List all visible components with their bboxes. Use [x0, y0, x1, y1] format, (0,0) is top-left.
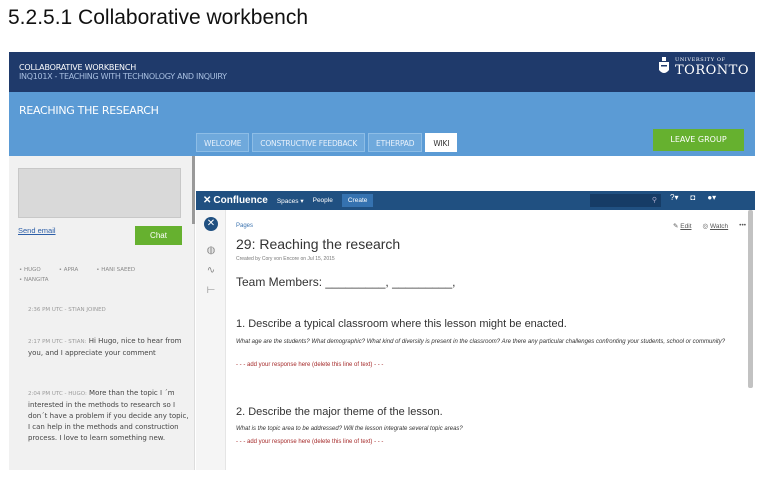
home-icon[interactable]: ✕ [204, 217, 218, 231]
crest-icon [659, 57, 670, 73]
pages-icon[interactable]: ◍ [204, 244, 218, 258]
question-description: What is the topic area to be addressed? … [236, 426, 463, 432]
member-name: APRA [63, 267, 79, 273]
nav-people[interactable]: People [313, 197, 333, 204]
confluence-logo-text: Confluence [213, 195, 268, 206]
question-description: What age are the students? What demograp… [236, 339, 726, 345]
top-header: COLLABORATIVE WORKBENCH INQ101X - TEACHI… [9, 52, 755, 92]
message-meta: 2:04 PM UTC - HUGO: [28, 391, 87, 397]
nav-spaces-label: Spaces [276, 197, 299, 205]
group-tabs: WELCOME CONSTRUCTIVE FEEDBACK ETHERPAD W… [196, 133, 458, 152]
edit-icon: ✎ [673, 223, 679, 230]
edit-action[interactable]: ✎ Edit [673, 222, 691, 230]
send-email-link[interactable]: Send email [18, 226, 56, 235]
message-meta: 2:17 PM UTC - STIAN: [28, 339, 87, 345]
edit-label: Edit [680, 223, 692, 230]
team-members: Team Members: _________, _________, [236, 275, 456, 289]
tab-wiki[interactable]: WIKI [425, 133, 458, 152]
message-meta: 2:36 PM UTC - STIAN JOINED [28, 307, 106, 313]
page-title: 29: Reaching the research [236, 236, 401, 252]
help-icon[interactable]: ?▾ [670, 193, 678, 202]
chat-sidebar: Send email Chat • HUGO • APRA • HANI SAEED… [9, 156, 195, 470]
search-input[interactable]: ⚲ [590, 194, 661, 207]
member-name: HANI SAEED [101, 267, 136, 273]
university-logo[interactable]: UNIVERSITY OF TORONTO [657, 56, 749, 78]
response-placeholder[interactable]: - - - add your response here (delete thi… [236, 439, 383, 445]
confluence-logo[interactable]: ✕ Confluence [203, 195, 268, 206]
tree-icon[interactable]: ⊢ [204, 284, 218, 298]
member-item: • APRA [58, 267, 79, 273]
chat-message: 2:36 PM UTC - STIAN JOINED [28, 304, 190, 316]
confluence-x-icon: ✕ [203, 195, 212, 206]
nav-icons: ?▾ ◘ ●▾ [670, 193, 716, 202]
member-item: • NANGITA [19, 277, 49, 283]
logo-big-text: TORONTO [675, 62, 749, 78]
question-title: 1. Describe a typical classroom where th… [236, 318, 567, 330]
response-placeholder[interactable]: - - - add your response here (delete thi… [236, 362, 383, 368]
member-list: • HUGO • APRA • HANI SAEED • NANGITA [19, 265, 189, 285]
watch-action[interactable]: ◎ Watch [703, 222, 729, 230]
chat-button[interactable]: Chat [135, 226, 182, 245]
page-actions: ✎ Edit ◎ Watch ••• [673, 222, 746, 230]
member-item: • HANI SAEED [96, 267, 136, 273]
course-subtitle: INQ101X - TEACHING WITH TECHNOLOGY AND I… [19, 72, 227, 81]
confluence-frame: ✕ Confluence Spaces ▾ People Create ⚲ ?▾… [196, 191, 755, 470]
create-button[interactable]: Create [341, 194, 374, 207]
screenshot: COLLABORATIVE WORKBENCH INQ101X - TEACHI… [9, 52, 755, 470]
tab-welcome[interactable]: WELCOME [196, 133, 250, 152]
more-actions[interactable]: ••• [739, 222, 746, 230]
watch-icon: ◎ [702, 223, 709, 230]
leave-group-button[interactable]: LEAVE GROUP [653, 129, 744, 151]
member-item: • HUGO [19, 267, 41, 273]
video-placeholder [18, 168, 181, 218]
confluence-nav: ✕ Confluence Spaces ▾ People Create ⚲ ?▾… [196, 191, 755, 210]
member-name: HUGO [24, 267, 41, 273]
tab-constructive-feedback[interactable]: CONSTRUCTIVE FEEDBACK [252, 133, 366, 152]
sidebar-scrollbar[interactable] [192, 156, 195, 224]
created-by: Created by Cory von Encore on Jul 15, 20… [236, 256, 335, 262]
chat-message: 2:04 PM UTC - HUGO: More than the topic … [28, 388, 190, 444]
question-title: 2. Describe the major theme of the lesso… [236, 406, 443, 418]
tab-etherpad[interactable]: ETHERPAD [368, 133, 423, 152]
document-heading: 5.2.5.1 Collaborative workbench [8, 6, 309, 29]
chat-message: 2:17 PM UTC - STIAN: Hi Hugo, nice to he… [28, 336, 190, 359]
member-name: NANGITA [24, 277, 49, 283]
watch-label: Watch [709, 223, 729, 230]
notification-icon[interactable]: ◘ [690, 193, 695, 202]
breadcrumb[interactable]: Pages [236, 223, 253, 229]
page-content: Pages ✎ Edit ◎ Watch ••• 29: Reaching th… [236, 210, 746, 470]
user-icon[interactable]: ●▾ [707, 193, 716, 202]
nav-spaces[interactable]: Spaces ▾ [277, 197, 304, 205]
feed-icon[interactable]: ∿ [204, 264, 218, 278]
course-title[interactable]: COLLABORATIVE WORKBENCH [19, 63, 136, 72]
confluence-sidebar: ✕ ◍ ∿ ⊢ [196, 210, 226, 470]
search-icon: ⚲ [651, 197, 657, 204]
group-header: REACHING THE RESEARCH WELCOME CONSTRUCTI… [9, 92, 755, 156]
group-title: REACHING THE RESEARCH [19, 104, 159, 117]
page-scrollbar[interactable] [748, 210, 753, 388]
